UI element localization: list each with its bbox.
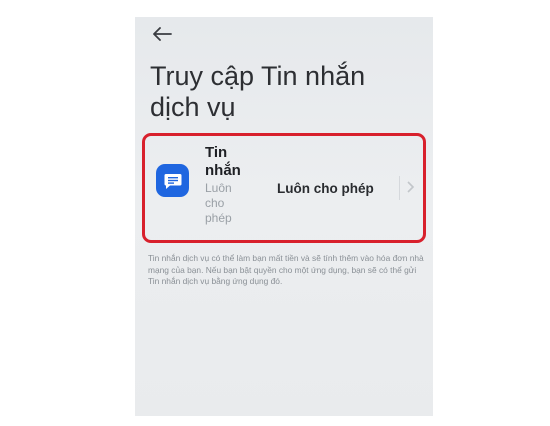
row-divider bbox=[399, 176, 400, 200]
arrow-left-icon bbox=[153, 27, 172, 41]
chevron-right-icon bbox=[407, 181, 415, 193]
back-button[interactable] bbox=[149, 23, 175, 45]
message-icon bbox=[156, 164, 189, 197]
app-name: Tin nhắn bbox=[205, 144, 241, 179]
settings-screen: Truy cập Tin nhắn dịch vụ Tin nhắn Luôn … bbox=[135, 17, 433, 416]
app-permission-row[interactable]: Tin nhắn Luôn cho phép Luôn cho phép bbox=[146, 134, 424, 234]
page-title: Truy cập Tin nhắn dịch vụ bbox=[150, 61, 366, 122]
description-text: Tin nhắn dịch vụ có thể làm bạn mất tiền… bbox=[148, 253, 424, 286]
app-permission-subtitle: Luôn cho phép bbox=[205, 181, 232, 225]
permission-value: Luôn cho phép bbox=[277, 181, 374, 196]
